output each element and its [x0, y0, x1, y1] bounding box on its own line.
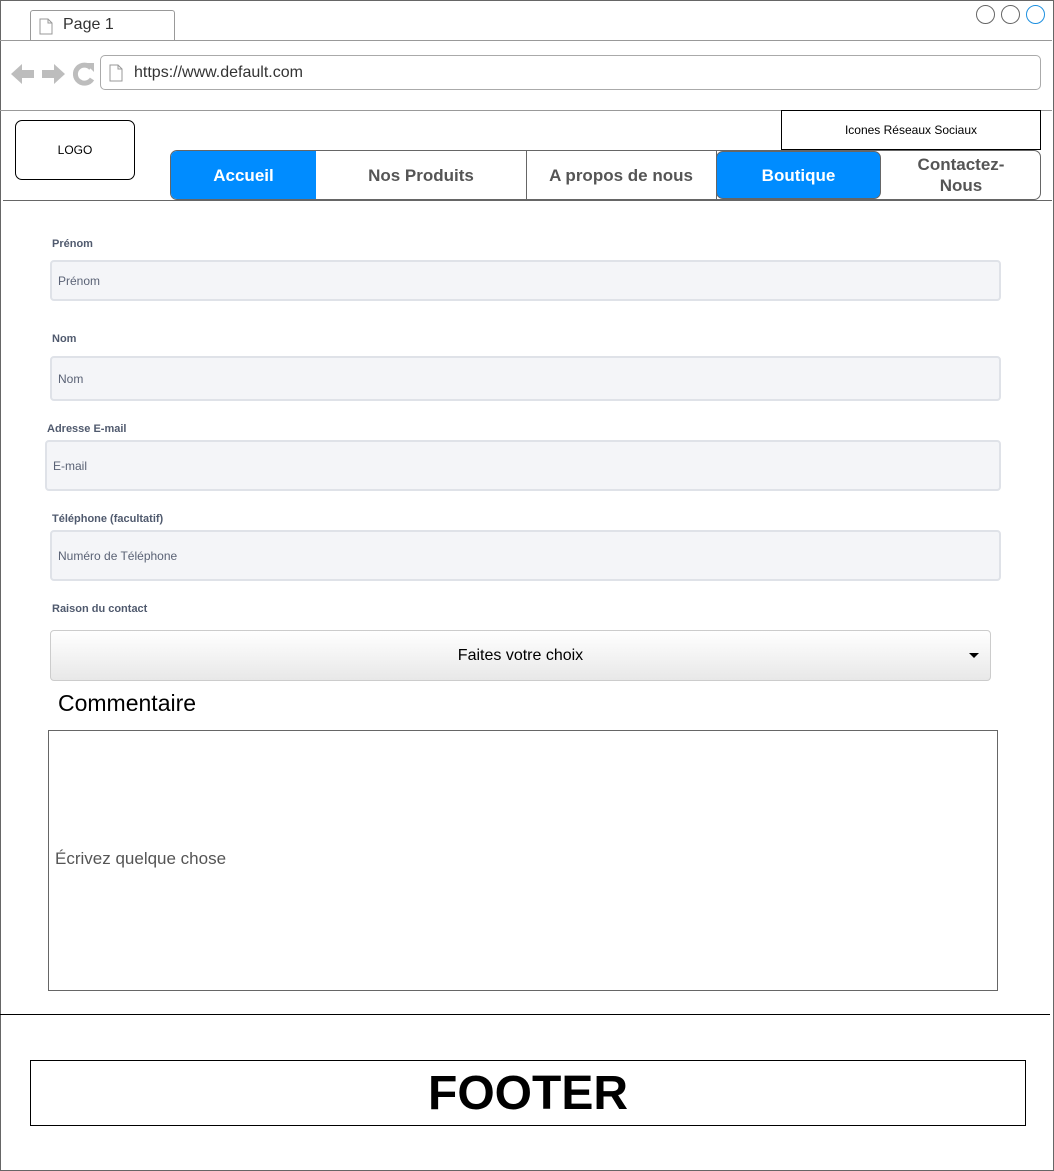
telephone-input[interactable]: Numéro de Téléphone [50, 530, 1001, 581]
address-bar[interactable]: https://www.default.com [100, 55, 1041, 90]
tab-bar-divider [0, 40, 1052, 41]
email-input[interactable]: E-mail [45, 440, 1001, 491]
social-icons-placeholder[interactable]: Icones Réseaux Sociaux [781, 110, 1041, 150]
logo[interactable]: LOGO [15, 120, 135, 180]
header-divider [3, 200, 1052, 201]
raison-select[interactable]: Faites votre choix [50, 630, 991, 681]
main-menu: Accueil Nos Produits A propos de nous Bo… [170, 150, 1041, 200]
raison-selected-value: Faites votre choix [457, 646, 584, 664]
menu-item-a-propos[interactable]: A propos de nous [526, 151, 716, 199]
page-icon [39, 18, 53, 35]
prenom-label: Prénom [52, 238, 93, 250]
menu-item-nos-produits[interactable]: Nos Produits [316, 151, 526, 199]
forward-arrow-icon[interactable] [40, 60, 66, 88]
raison-label: Raison du contact [52, 603, 148, 615]
nom-label: Nom [52, 333, 77, 345]
footer: FOOTER [30, 1060, 1026, 1126]
minimize-button[interactable] [976, 5, 995, 24]
commentaire-textarea[interactable]: Écrivez quelque chose [48, 730, 998, 991]
menu-item-boutique[interactable]: Boutique [716, 151, 881, 199]
back-arrow-icon[interactable] [10, 60, 36, 88]
tab-title: Page 1 [63, 16, 114, 33]
page-icon [109, 64, 123, 82]
url-text: https://www.default.com [134, 64, 303, 81]
maximize-button[interactable] [1001, 5, 1020, 24]
menu-item-accueil[interactable]: Accueil [171, 151, 316, 199]
footer-divider [0, 1014, 1050, 1015]
nom-input[interactable]: Nom [50, 356, 1001, 401]
prenom-input[interactable]: Prénom [50, 260, 1001, 301]
browser-tab[interactable]: Page 1 [30, 10, 175, 40]
close-button[interactable] [1026, 5, 1045, 24]
chevron-down-icon [969, 653, 979, 658]
telephone-label: Téléphone (facultatif) [52, 513, 164, 525]
commentaire-placeholder: Écrivez quelque chose [55, 849, 227, 868]
commentaire-title: Commentaire [58, 690, 197, 716]
email-label: Adresse E-mail [47, 423, 127, 435]
reload-icon[interactable] [71, 60, 97, 88]
menu-item-contactez-nous[interactable]: Contactez-Nous [881, 151, 1040, 199]
